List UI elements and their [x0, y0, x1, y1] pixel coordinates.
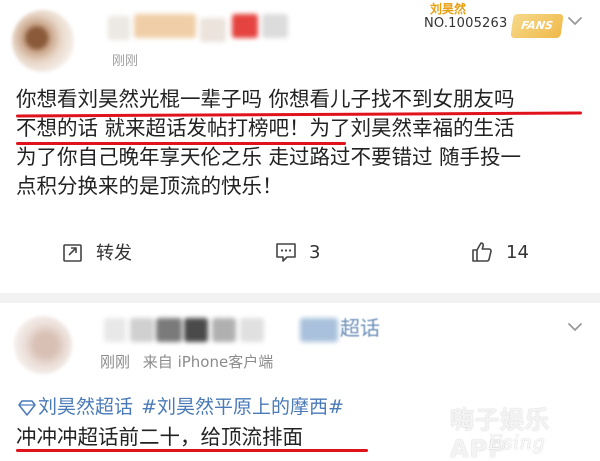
username-blurred[interactable]: [108, 16, 130, 40]
highlight-underline: [16, 142, 346, 145]
username-blurred-part: [130, 318, 154, 342]
username-blurred-part: [300, 318, 338, 342]
post-time: 刚刚: [100, 353, 131, 371]
user-avatar[interactable]: [12, 10, 74, 72]
post-content: 冲冲冲超话前二十，给顶流排面: [16, 425, 303, 449]
post-actions: 转发 3 14: [0, 232, 600, 272]
post-separator: [0, 293, 600, 303]
chevron-down-icon[interactable]: [566, 12, 584, 30]
badge-name: 刘昊然: [430, 2, 467, 16]
username-blurred-part: [200, 18, 226, 42]
post-time: 刚刚: [112, 54, 139, 69]
content-line: 点积分换来的是顶流的快乐！: [16, 174, 283, 198]
super-topic-link[interactable]: 刘昊然超话: [38, 396, 133, 418]
username-blurred-part: [212, 318, 236, 342]
content-line: 你想看刘昊然光棍一辈子吗 你想看儿子找不到女朋友吗: [16, 87, 515, 111]
user-badge-blurred: [262, 14, 288, 38]
username-blurred-part: [240, 318, 264, 342]
comment-button[interactable]: 3: [275, 232, 320, 272]
username-suffix[interactable]: 超话: [340, 312, 380, 341]
username-blurred-part: [134, 14, 196, 38]
repost-label: 转发: [96, 243, 132, 264]
hashtag-link[interactable]: #刘昊然平原上的摩西#: [141, 396, 344, 418]
like-button[interactable]: 14: [470, 232, 529, 272]
repost-icon: [63, 244, 82, 262]
topic-tags: 刘昊然超话 #刘昊然平原上的摩西#: [18, 392, 346, 419]
username-blurred[interactable]: [104, 318, 126, 342]
post-source: 来自 iPhone客户端: [142, 353, 274, 371]
highlight-underline: [16, 449, 368, 452]
diamond-icon: [18, 400, 36, 416]
username-blurred-part: [184, 318, 208, 342]
badge-fans-label: FANS: [510, 14, 564, 38]
user-avatar[interactable]: [14, 316, 72, 374]
comment-icon: [276, 243, 296, 262]
watermark-sub: Esing: [488, 430, 545, 454]
chevron-down-icon[interactable]: [566, 318, 584, 336]
badge-number: NO.1005263: [424, 16, 508, 31]
user-badge-blurred: [232, 14, 258, 38]
repost-button[interactable]: 转发: [62, 232, 132, 272]
content-line: 为了你自己晚年享天伦之乐 走过路过不要错过 随手投一: [16, 145, 522, 169]
thumbs-up-icon: [472, 242, 492, 262]
like-count: 14: [506, 241, 529, 263]
weibo-post-1: 刚刚 刘昊然 NO.1005263 FANS 你想看刘昊然光棍一辈子吗 你想看儿…: [0, 0, 600, 293]
fans-badge[interactable]: 刘昊然 NO.1005263 FANS: [424, 0, 564, 42]
username-blurred-part: [156, 318, 182, 342]
post-meta: 刚刚 来自 iPhone客户端: [100, 351, 281, 372]
comment-count: 3: [309, 241, 321, 263]
content-line: 不想的话 就来超话发帖打榜吧！为了刘昊然幸福的生活: [16, 116, 515, 140]
